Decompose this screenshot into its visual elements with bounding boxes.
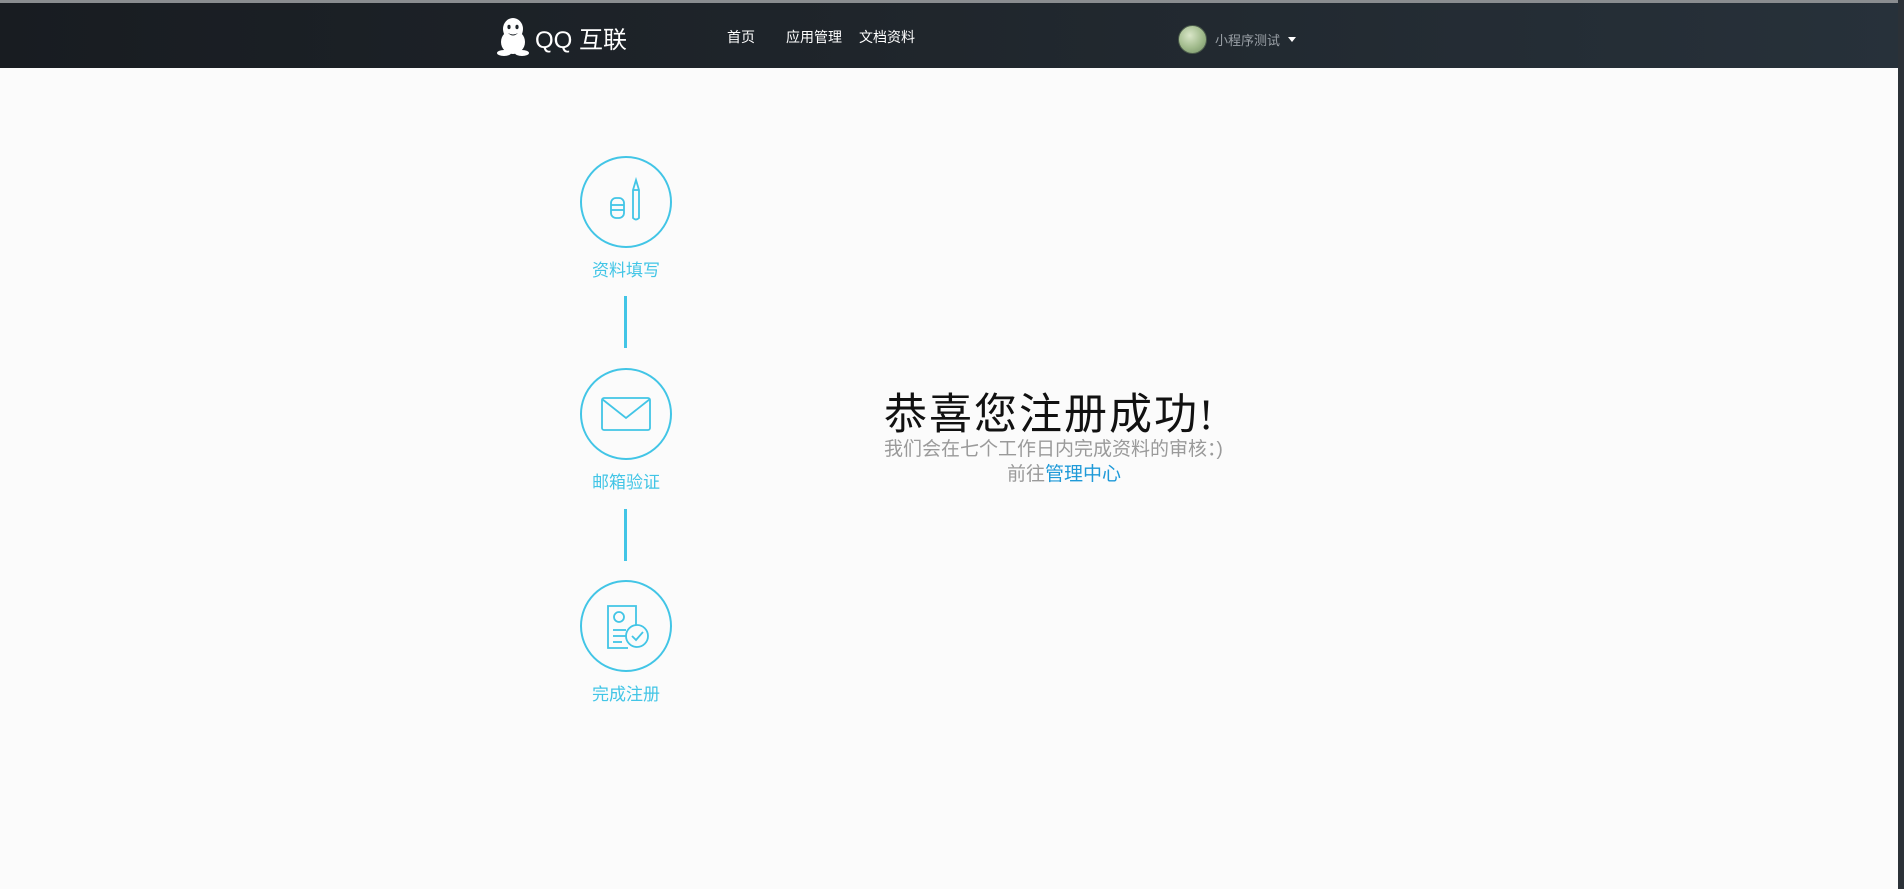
user-name: 小程序测试 [1215,33,1281,48]
user-menu[interactable]: 小程序测试 [1178,25,1297,54]
envelope-icon [601,397,651,431]
vertical-scrollbar[interactable] [1898,0,1904,889]
nav-home[interactable]: 首页 [727,27,755,47]
review-notice: 我们会在七个工作日内完成资料的审核：) [884,439,1223,460]
step-email-verify: 邮箱验证 [556,368,696,493]
qq-connect-logo[interactable]: QQ 互联 [497,16,627,58]
avatar [1178,25,1207,54]
step-label: 完成注册 [592,685,660,704]
penguin-icon [497,18,529,56]
step-label: 资料填写 [592,261,660,280]
management-center-link[interactable]: 管理中心 [1045,464,1121,485]
certificate-check-icon [607,605,649,649]
nav-app-management[interactable]: 应用管理 [786,27,842,47]
step-connector [624,296,627,348]
chevron-down-icon [1288,37,1297,42]
step-fill-info: 资料填写 [556,156,696,281]
top-navbar: QQ 互联 首页 应用管理 文档资料 小程序测试 [0,3,1904,68]
step-registration-complete: 完成注册 [556,580,696,705]
goto-line: 前往管理中心 [1007,459,1121,486]
success-title: 恭喜您注册成功! [884,392,1216,439]
logo-text: QQ 互联 [535,26,628,54]
goto-prefix: 前往 [1007,464,1046,485]
step-circle [580,580,672,672]
step-connector [624,509,627,561]
step-circle [580,156,672,248]
step-circle [580,368,672,460]
nav-documentation[interactable]: 文档资料 [859,27,915,47]
pencil-icon [610,176,640,221]
step-label: 邮箱验证 [592,473,660,492]
